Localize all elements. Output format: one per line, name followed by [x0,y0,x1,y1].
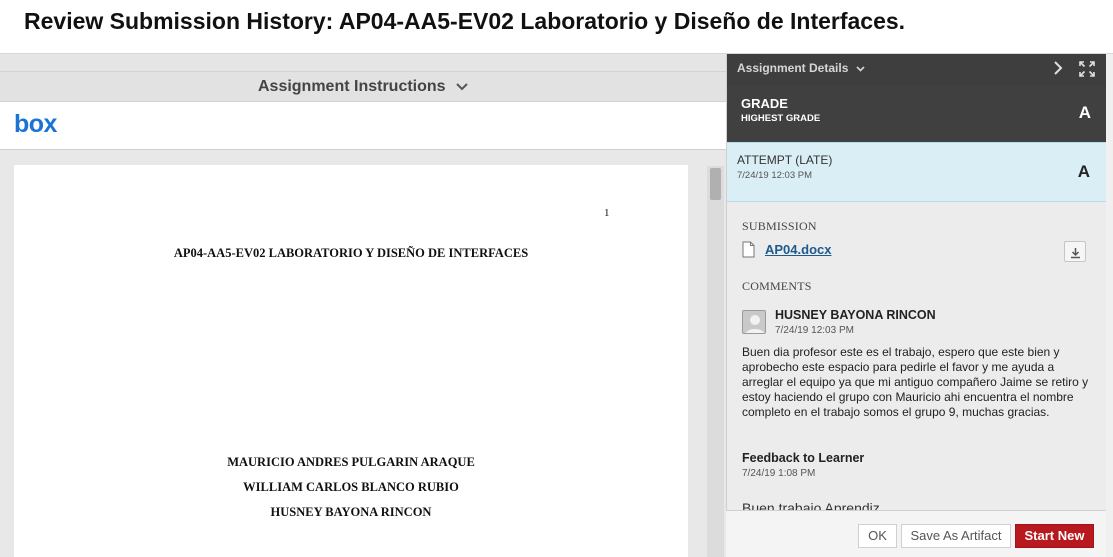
grade-value: A [1078,103,1091,122]
chevron-down-icon [856,66,865,72]
panel-scrollbar[interactable] [1106,54,1113,557]
document-title: AP04-AA5-EV02 LABORATORIO Y DISEÑO DE IN… [173,246,529,260]
save-as-artifact-button[interactable]: Save As Artifact [901,524,1011,548]
grade-subtitle: HIGHEST GRADE [741,113,821,124]
page-title: Review Submission History: AP04-AA5-EV02… [24,8,906,34]
assignment-instructions-toggle[interactable]: Assignment Instructions [0,71,726,102]
submission-label: SUBMISSION [742,219,817,233]
box-toolbar: box [0,102,726,150]
attempt-row[interactable]: ATTEMPT (LATE) 7/24/19 12:03 PM A [727,142,1107,202]
feedback-title: Feedback to Learner [742,451,865,465]
download-button[interactable] [1064,241,1086,262]
avatar [742,310,766,334]
attempt-title: ATTEMPT (LATE) [737,153,833,167]
attempt-grade: A [1077,162,1090,181]
comment-text: Buen dia profesor este es el trabajo, es… [742,345,1089,419]
details-header: Assignment Details [727,54,1107,86]
grade-title: GRADE [741,96,788,111]
document-viewer[interactable]: 1 AP04-AA5-EV02 LABORATORIO Y DISEÑO DE … [0,150,726,557]
submission-file-link[interactable]: AP04.docx [765,242,831,257]
document-scrollbar[interactable] [707,166,724,557]
ok-button[interactable]: OK [858,524,897,548]
collapse-panel-icon[interactable] [1053,61,1063,80]
page-header: Review Submission History: AP04-AA5-EV02… [0,0,1113,54]
document-author: WILLIAM CARLOS BLANCO RUBIO [243,480,459,494]
download-icon [1070,246,1081,264]
assignment-pane: Assignment Instructions box 1 AP04-AA5-E… [0,54,726,557]
assignment-details-label: Assignment Details [737,61,849,75]
box-logo: box [14,110,57,138]
document-author: HUSNEY BAYONA RINCON [270,505,432,519]
assignment-instructions-label: Assignment Instructions [257,78,446,95]
submission-file: AP04.docx [742,241,1092,263]
document-page: 1 AP04-AA5-EV02 LABORATORIO Y DISEÑO DE … [14,165,688,557]
attempt-date: 7/24/19 12:03 PM [737,170,812,181]
document-file-icon [742,241,755,263]
document-page-number: 1 [604,207,610,219]
comments-label: COMMENTS [742,279,812,293]
start-new-button[interactable]: Start New [1015,524,1094,548]
fullscreen-icon[interactable] [1079,61,1095,82]
document-author: MAURICIO ANDRES PULGARIN ARAQUE [227,455,475,469]
action-bar: OK Save As Artifact Start New [726,510,1106,557]
assignment-details-panel: Assignment Details GRADE HIGHEST GRADE A… [726,54,1107,557]
scrollbar-thumb[interactable] [710,168,721,200]
assignment-details-dropdown[interactable]: Assignment Details [737,61,865,75]
comment-date: 7/24/19 12:03 PM [775,325,854,336]
feedback-date: 7/24/19 1:08 PM [742,468,816,479]
grade-summary: GRADE HIGHEST GRADE A [727,86,1107,142]
commenter-name: HUSNEY BAYONA RINCON [775,308,936,322]
chevron-down-icon [456,78,468,96]
